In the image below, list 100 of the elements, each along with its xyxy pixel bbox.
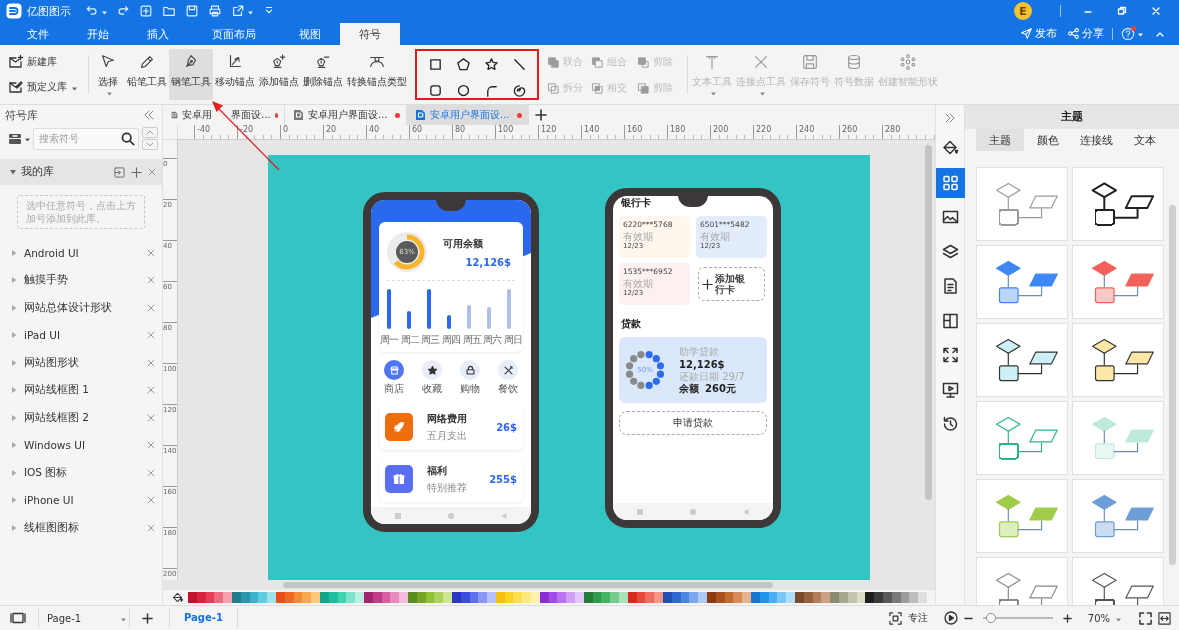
library-item[interactable]: 线框图图标 [0, 514, 162, 542]
document-tab[interactable]: 安卓用户界面设... [407, 105, 529, 125]
library-name: 网站线框图 2 [24, 410, 91, 425]
library-name: 触摸手势 [24, 273, 69, 288]
balance-label: 可用余额 [443, 236, 484, 251]
menu-tab[interactable]: 开始 [68, 23, 128, 45]
due-date: 还款日期 29/7 [679, 370, 745, 383]
panel-tab[interactable]: 颜色 [1024, 129, 1073, 151]
expiry-label: 有效期 [623, 231, 654, 242]
library-item[interactable]: 网站图形状 [0, 349, 162, 377]
library-item[interactable]: Android UI [0, 239, 162, 267]
loan-amount: 12,126$ [679, 357, 726, 371]
user-avatar[interactable]: E [1014, 2, 1032, 20]
section-title: 贷款 [620, 317, 642, 331]
ruler-label: 220 [753, 125, 796, 139]
library-item[interactable]: 网站线框图 1 [0, 376, 162, 404]
day-label: 周四 [440, 333, 461, 347]
panel-tab[interactable]: 连接线 [1072, 129, 1121, 151]
header-action-button[interactable]: 发布 [1020, 26, 1057, 41]
tool-button[interactable]: 钢笔工具 [169, 49, 213, 100]
app-title: 亿图图示 [27, 3, 71, 19]
ruler-label: 180 [667, 125, 710, 139]
ruler-label: 20 [323, 125, 366, 139]
transaction-amount: 255$ [489, 473, 517, 485]
menu-tab[interactable]: 插入 [128, 23, 188, 45]
category-label: 餐饮 [498, 382, 518, 396]
header-action-button[interactable]: 分享 [1067, 26, 1104, 41]
day-label: 周三 [420, 333, 441, 347]
library-item[interactable]: Windows UI [0, 431, 162, 459]
panel-tab[interactable]: 主题 [976, 129, 1025, 151]
category-label: 商店 [384, 382, 404, 396]
day-label: 周二 [399, 333, 420, 347]
tab-label: 安卓用户界面设... [308, 108, 389, 122]
library-item[interactable]: 网站线框图 2 [0, 404, 162, 432]
ruler-label: 200 [710, 125, 753, 139]
panel-tab[interactable]: 文本 [1120, 129, 1169, 151]
balance-value: 260元 [705, 382, 736, 395]
library-item[interactable]: 网站总体设计形状 [0, 294, 162, 322]
category-label: 收藏 [422, 382, 442, 396]
transaction-amount: 26$ [496, 421, 517, 433]
transaction-title: 网络费用 [427, 411, 468, 426]
library-button[interactable]: 预定义库 [8, 76, 82, 99]
ruler-label: 100 [495, 125, 538, 139]
expiry-label: 有效期 [700, 231, 731, 242]
menu-tab[interactable]: 页面布局 [188, 23, 280, 45]
menu-tab[interactable]: 视图 [280, 23, 340, 45]
menu-tab[interactable]: 符号 [340, 23, 400, 45]
ruler-label: -20 [237, 125, 280, 139]
library-item[interactable]: iPad UI [0, 321, 162, 349]
library-name: 网站总体设计形状 [24, 300, 113, 315]
focus-mode-label[interactable]: 专注 [907, 611, 928, 625]
transaction-title: 福利 [427, 463, 448, 478]
tool-button[interactable]: 选择 [91, 49, 125, 100]
tab-label: 安卓用 界面设... [182, 108, 271, 122]
tool-button[interactable]: 转换锚点类型 [345, 49, 409, 100]
ruler-label: 120 [538, 125, 581, 139]
category-label: 购物 [460, 382, 480, 396]
library-name: 线框图图标 [24, 520, 80, 535]
ruler-label: 260 [839, 125, 882, 139]
balance-amount: 12,126$ [464, 256, 512, 268]
library-name: Windows UI [24, 439, 86, 452]
library-name: 网站线框图 1 [24, 383, 91, 398]
library-item[interactable]: iPhone UI [0, 486, 162, 514]
transaction-subtitle: 五月支出 [427, 428, 468, 443]
section-title: 银行卡 [620, 196, 652, 210]
library-item[interactable]: 触摸手势 [0, 266, 162, 294]
panel-title: 符号库 [5, 107, 38, 123]
transaction-subtitle: 特别推荐 [427, 480, 468, 495]
transaction-card[interactable]: 福利 特别推荐 255$ [379, 456, 523, 502]
day-label: 周五 [461, 333, 482, 347]
tool-button[interactable]: 删除锚点 [301, 49, 345, 100]
transaction-card[interactable]: 网络费用 五月支出 26$ [379, 404, 523, 450]
tool-button[interactable]: 铅笔工具 [125, 49, 169, 100]
tab-label: 安卓用户界面设... [430, 108, 511, 122]
library-name: 我的库 [21, 165, 55, 179]
menu-tab[interactable]: 文件 [8, 23, 68, 45]
ruler-label: 280 [882, 125, 925, 139]
search-field[interactable]: 搜索符号 [33, 127, 139, 150]
library-name: Android UI [24, 246, 80, 259]
panel-title: 主题 [965, 105, 1179, 129]
zoom-dropdown[interactable]: 70% [1087, 612, 1121, 624]
tool-button[interactable]: 添加锚点 [257, 49, 301, 100]
ruler-label: -40 [194, 125, 237, 139]
library-item[interactable]: IOS 图标 [0, 459, 162, 487]
library-name: iPad UI [24, 329, 61, 342]
page-dropdown[interactable]: Page-1 [38, 608, 130, 628]
ruler-label: 80 [452, 125, 495, 139]
day-label: 周一 [379, 333, 399, 347]
library-button[interactable]: 新建库 [8, 50, 82, 73]
tool-button[interactable]: 移动锚点 [213, 49, 257, 100]
ruler-label: 160 [624, 125, 667, 139]
ruler-label: 40 [366, 125, 409, 139]
page-tab[interactable]: Page-1 [169, 608, 238, 628]
library-header[interactable]: 我的库 [0, 159, 162, 185]
apply-loan-button[interactable]: 申请贷款 [619, 411, 767, 435]
library-name: IOS 图标 [24, 465, 69, 480]
day-label: 周六 [482, 333, 503, 347]
add-card-button[interactable]: 添加银行卡 [698, 267, 765, 301]
ruler-label: 60 [409, 125, 452, 139]
library-name: iPhone UI [24, 494, 75, 507]
